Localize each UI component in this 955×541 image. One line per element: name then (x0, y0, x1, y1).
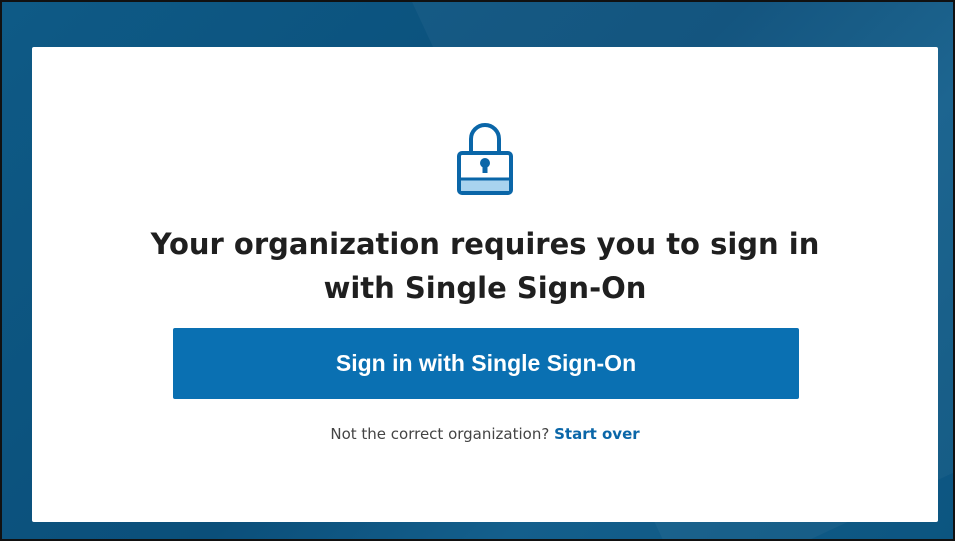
start-over-link[interactable]: Start over (554, 425, 640, 443)
prompt-text: Not the correct organization? (330, 425, 550, 443)
sign-in-sso-button[interactable]: Sign in with Single Sign-On (173, 328, 799, 399)
background-frame: Your organization requires you to sign i… (0, 0, 955, 541)
start-over-prompt: Not the correct organization? Start over (32, 425, 938, 443)
page-title: Your organization requires you to sign i… (150, 227, 820, 305)
sso-card: Your organization requires you to sign i… (32, 47, 938, 522)
lock-icon (457, 123, 513, 195)
